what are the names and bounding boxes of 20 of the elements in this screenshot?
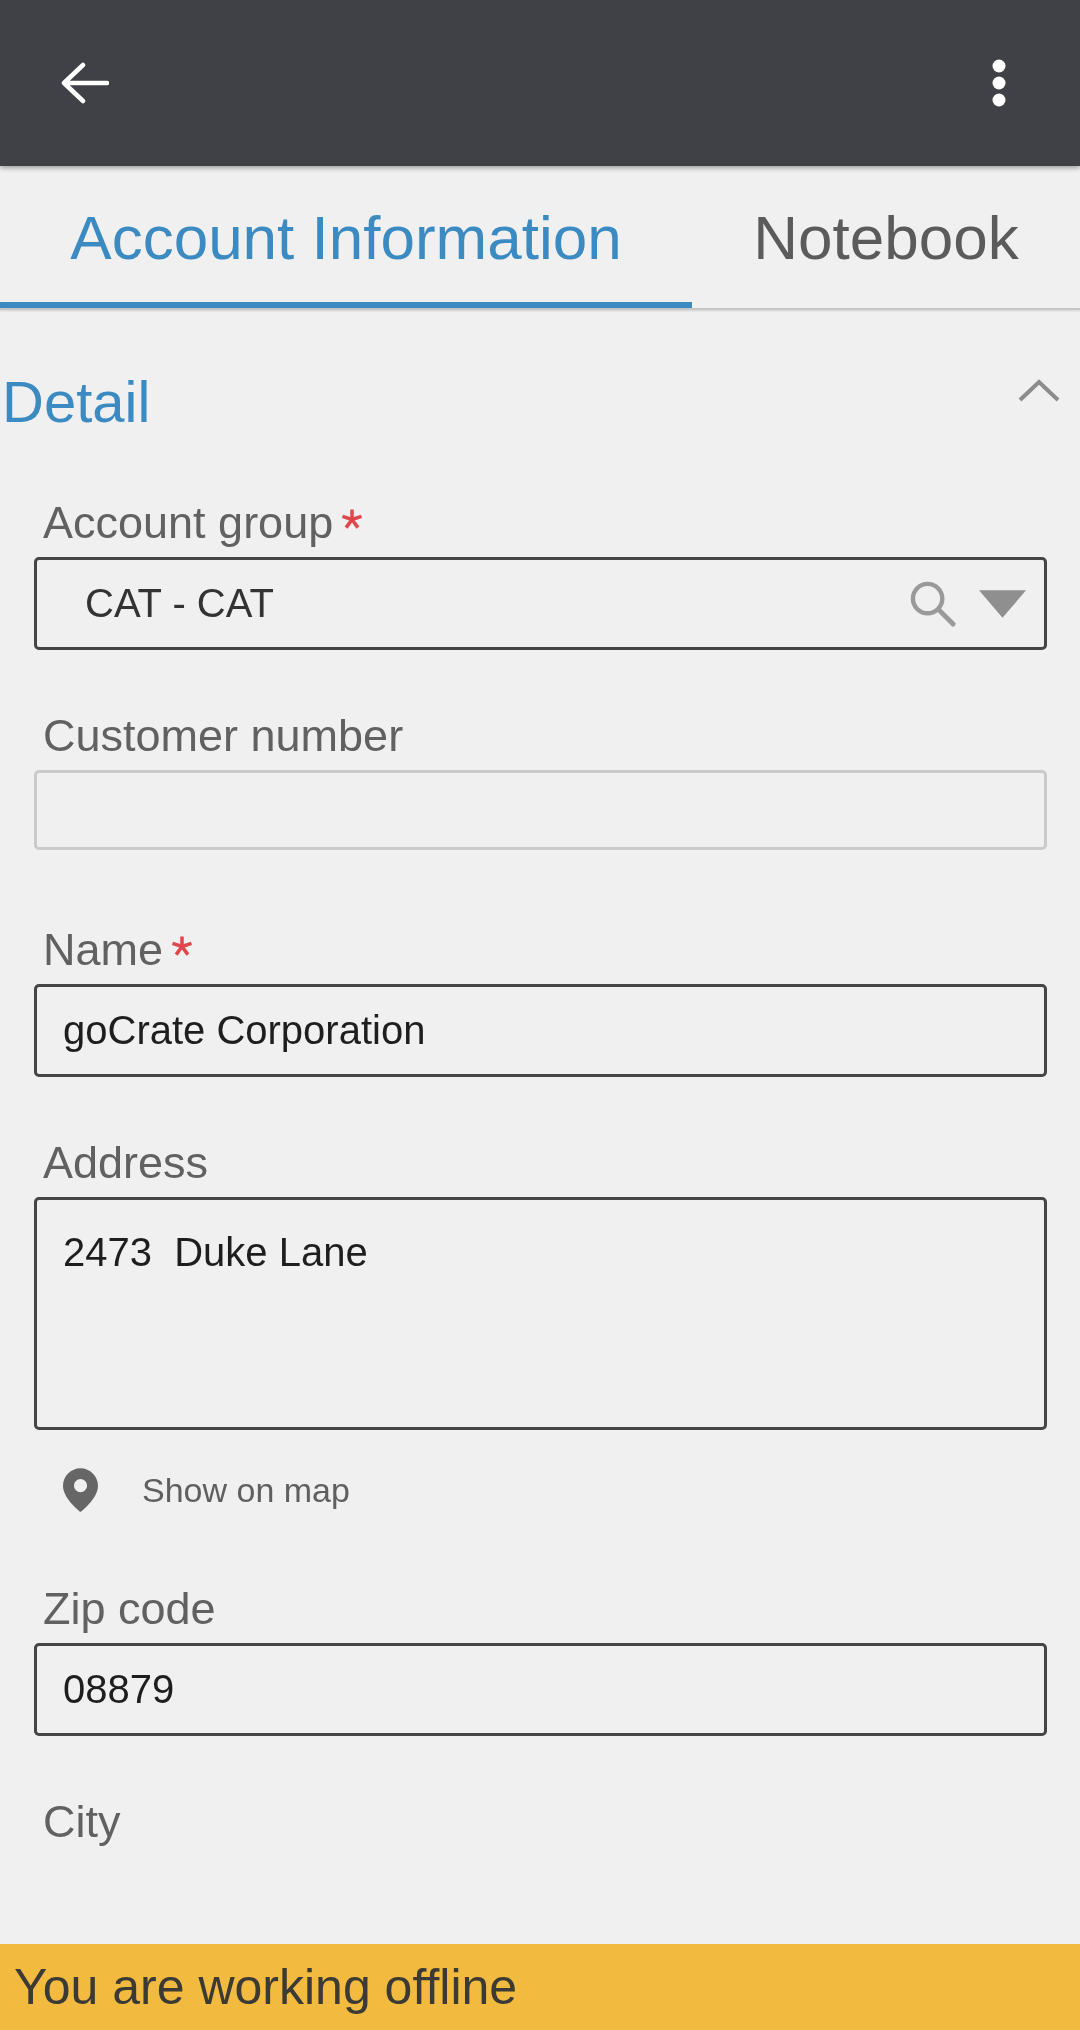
field-label: City xyxy=(43,1796,121,1848)
tab[interactable]: Notebook xyxy=(692,166,1080,308)
text-input[interactable]: goCrate Corporation xyxy=(34,984,1047,1077)
field-label: Address xyxy=(43,1137,209,1189)
dropdown-triangle-icon[interactable] xyxy=(979,589,1026,618)
back-arrow-icon xyxy=(61,62,109,104)
map-pin-icon[interactable] xyxy=(63,1468,98,1512)
offline-banner: You are working offline xyxy=(0,1944,1080,2030)
field-label: Customer number xyxy=(43,710,404,762)
field-label: Account group xyxy=(43,497,334,549)
section-title: Detail xyxy=(2,367,151,435)
show-on-map-link[interactable]: Show on map xyxy=(142,1470,350,1510)
combo-box[interactable]: CAT - CAT xyxy=(34,557,1047,650)
text-area[interactable]: 2473 Duke Lane xyxy=(34,1197,1047,1430)
search-icon[interactable] xyxy=(909,580,956,627)
chevron-up-icon[interactable] xyxy=(1017,379,1061,403)
vertical-dots-icon xyxy=(992,59,1006,107)
field-label: Zip code xyxy=(43,1583,216,1635)
text-input[interactable]: 08879 xyxy=(34,1643,1047,1736)
field-label: Name xyxy=(43,924,164,976)
